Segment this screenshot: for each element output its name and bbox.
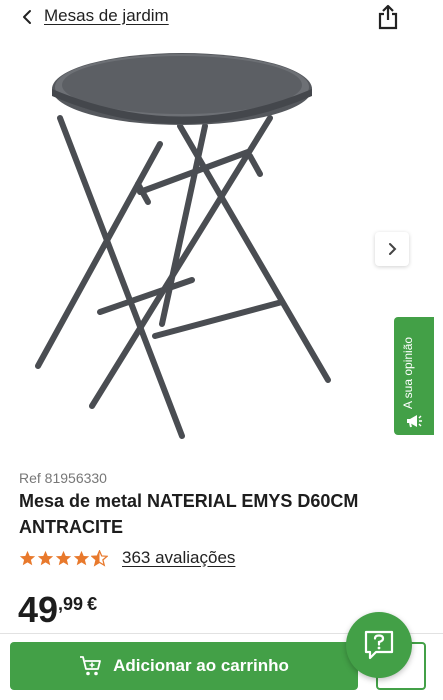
share-icon — [378, 4, 398, 30]
star-full-icon — [73, 550, 90, 565]
product-price: 49 ,99 € — [18, 590, 97, 630]
add-to-cart-label: Adicionar ao carrinho — [113, 656, 289, 675]
price-currency: € — [87, 594, 98, 614]
product-image[interactable] — [20, 44, 350, 444]
chevron-right-icon — [389, 243, 397, 255]
gallery-next-button[interactable] — [375, 232, 409, 266]
price-decimals: ,99 — [58, 594, 84, 614]
feedback-label: A sua opinião — [401, 336, 415, 409]
back-button[interactable] — [16, 6, 38, 28]
product-title: Mesa de metal NATERIAL EMYS D60CM ANTRAC… — [19, 491, 359, 537]
cart-icon — [80, 656, 102, 676]
table-illustration — [35, 53, 331, 439]
star-full-icon — [19, 550, 36, 565]
add-to-cart-button[interactable]: Adicionar ao carrinho — [10, 642, 358, 690]
star-half-icon — [91, 549, 108, 567]
product-rating[interactable]: 363 avaliações — [19, 547, 235, 569]
share-button[interactable] — [376, 4, 400, 30]
feedback-tab[interactable]: A sua opinião — [394, 317, 434, 435]
chevron-left-icon — [23, 10, 31, 24]
breadcrumb-link[interactable]: Mesas de jardim — [44, 6, 169, 26]
rating-stars — [19, 549, 108, 567]
help-chat-button[interactable] — [346, 612, 412, 678]
megaphone-icon — [407, 415, 422, 428]
star-full-icon — [55, 550, 72, 565]
help-chat-icon — [364, 630, 394, 660]
top-bar: Mesas de jardim — [0, 0, 443, 36]
reviews-link[interactable]: 363 avaliações — [122, 548, 235, 568]
price-integer: 49 — [18, 589, 59, 630]
product-ref: Ref 81956330 — [19, 470, 107, 486]
star-full-icon — [37, 550, 54, 565]
